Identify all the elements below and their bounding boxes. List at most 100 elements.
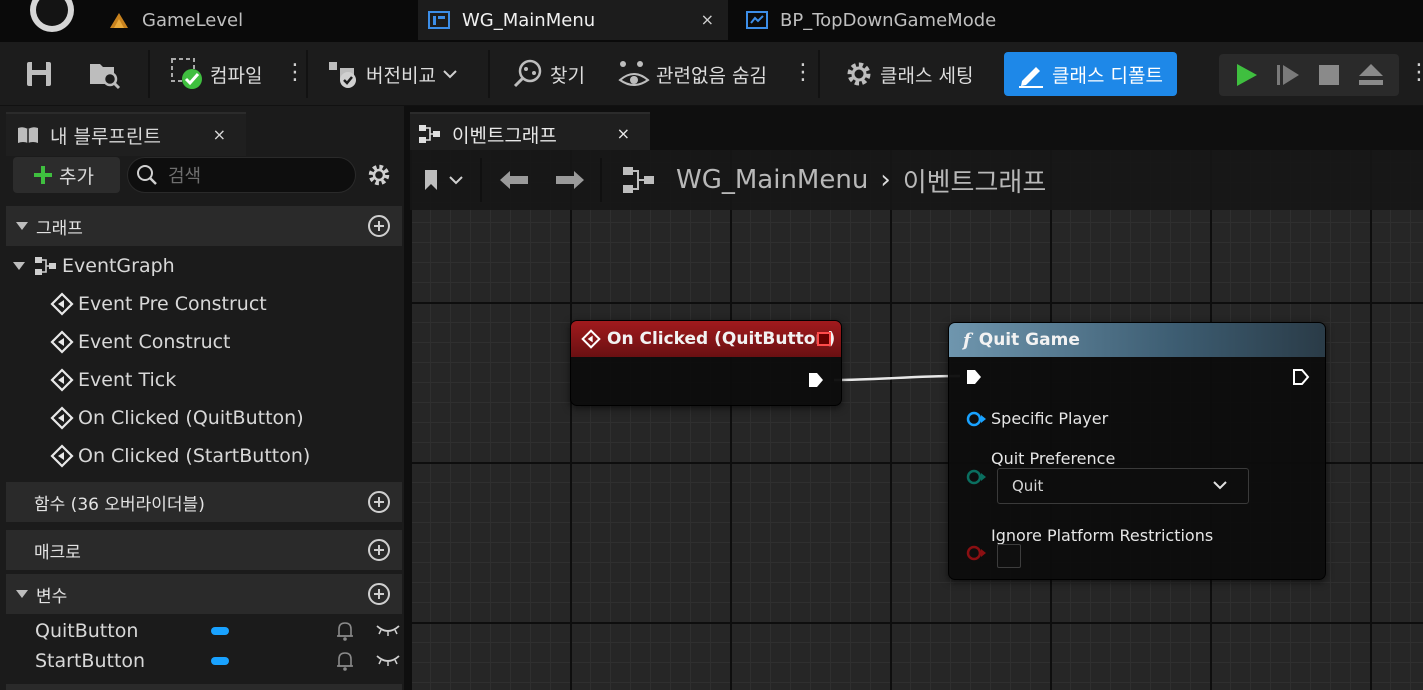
save-icon <box>27 62 51 86</box>
graph-editor: 이벤트그래프 × WG_MainMenu › 이벤트그래프 On Clicked… <box>410 106 1423 690</box>
quit-preference-dropdown[interactable]: Quit <box>997 468 1249 504</box>
eject-icon[interactable] <box>1357 62 1385 88</box>
function-node-title: Quit Game <box>978 330 1080 350</box>
settings-gear-icon[interactable] <box>366 162 392 188</box>
event-node-icon <box>50 330 74 354</box>
function-node-header: f Quit Game <box>949 323 1325 357</box>
add-function-icon[interactable] <box>368 491 390 513</box>
compile-button[interactable]: 컴파일 <box>170 52 262 96</box>
save-button[interactable] <box>24 52 54 96</box>
event-node-icon <box>50 292 74 316</box>
caret-down-icon <box>13 262 25 270</box>
tab-label: WG_MainMenu <box>462 9 596 31</box>
functions-section-header[interactable]: 함수 (36 오버라이더블) <box>6 482 402 522</box>
variable-item[interactable]: StartButton <box>35 646 400 676</box>
diff-icon <box>329 62 356 88</box>
bell-icon[interactable] <box>335 620 355 642</box>
event-node-icon <box>50 368 74 392</box>
gear-icon <box>847 62 871 86</box>
plus-icon <box>34 166 52 184</box>
pencil-icon <box>1019 67 1043 88</box>
my-blueprint-tab[interactable]: 내 블루프린트 × <box>6 112 246 156</box>
tree-item-event[interactable]: Event Tick <box>50 362 176 398</box>
add-button[interactable]: 추가 <box>13 157 120 193</box>
event-node-icon <box>50 444 74 468</box>
exec-out-pin-icon[interactable] <box>1292 368 1310 386</box>
add-macro-icon[interactable] <box>368 539 390 561</box>
tab-bp-topdowngamemode[interactable]: BP_TopDownGameMode <box>746 0 1066 40</box>
my-blueprint-panel: 내 블루프린트 × 추가 검색 그래프 EventGraph Event Pre… <box>0 106 404 690</box>
tab-label: GameLevel <box>142 9 244 31</box>
play-icon[interactable] <box>1233 62 1259 88</box>
editor-tab-bar: GameLevel WG_MainMenu × BP_TopDownGameMo… <box>0 0 1423 42</box>
pin-label-quit-preference: Quit Preference <box>991 449 1116 468</box>
bell-icon[interactable] <box>335 650 355 672</box>
search-placeholder: 검색 <box>168 166 202 187</box>
tree-item-event[interactable]: On Clicked (QuitButton) <box>50 400 304 436</box>
play-controls <box>1219 54 1399 96</box>
add-variable-icon[interactable] <box>368 583 390 605</box>
byte-pin-icon[interactable] <box>965 469 987 485</box>
search-input[interactable]: 검색 <box>127 157 356 193</box>
widget-blueprint-icon <box>428 11 450 29</box>
tab-wg-mainmenu[interactable]: WG_MainMenu × <box>418 0 728 40</box>
tree-item-event[interactable]: On Clicked (StartButton) <box>50 438 310 474</box>
function-node-quit-game[interactable]: f Quit Game Specific Player Quit Prefere… <box>948 322 1326 580</box>
exec-out-pin-icon[interactable] <box>807 371 825 389</box>
hide-unrelated-button[interactable]: 관련없음 숨김 <box>618 52 767 96</box>
pin-label-ignore-platform: Ignore Platform Restrictions <box>991 526 1214 545</box>
tree-item-event[interactable]: Event Construct <box>50 324 231 360</box>
tab-label: BP_TopDownGameMode <box>780 9 997 31</box>
close-icon[interactable]: × <box>213 125 226 144</box>
search-icon <box>137 165 157 185</box>
hide-unrelated-icon <box>618 61 650 86</box>
unreal-logo-icon[interactable] <box>30 0 74 32</box>
object-type-pill-icon <box>211 657 229 665</box>
main-toolbar: 컴파일 ⋮ 버전비교 찾기 관련없음 숨김 ⋮ 클래스 세팅 클래스 디폴트 ⋮ <box>0 42 1423 106</box>
tab-close-icon[interactable]: × <box>701 10 714 29</box>
more-options-icon[interactable]: ⋮ <box>792 62 814 84</box>
caret-down-icon <box>16 590 28 598</box>
tree-item-eventgraph[interactable]: EventGraph <box>12 248 175 284</box>
eye-closed-icon[interactable] <box>375 622 401 638</box>
panel-title: 내 블루프린트 <box>50 125 161 148</box>
browse-folder-icon <box>90 64 121 90</box>
event-node-title: On Clicked (QuitButton) <box>607 329 836 349</box>
variable-item[interactable]: QuitButton <box>35 616 400 646</box>
graphs-section-header[interactable]: 그래프 <box>6 206 402 246</box>
level-icon <box>110 13 128 28</box>
bool-pin-icon[interactable] <box>965 545 987 561</box>
compile-status-icon <box>171 58 202 89</box>
add-graph-icon[interactable] <box>368 215 390 237</box>
diff-button[interactable]: 버전비교 <box>328 52 458 96</box>
object-pin-icon[interactable] <box>965 411 987 427</box>
class-settings-button[interactable]: 클래스 세팅 <box>844 52 973 96</box>
graph-icon <box>35 257 56 275</box>
pin-label-specific-player: Specific Player <box>991 409 1109 428</box>
compile-options-icon[interactable]: ⋮ <box>284 62 306 84</box>
play-options-icon[interactable]: ⋮ <box>1408 62 1423 84</box>
function-icon: f <box>963 329 971 351</box>
section-divider <box>6 684 402 690</box>
event-node-icon <box>581 329 601 349</box>
caret-down-icon <box>16 222 28 230</box>
tree-item-event[interactable]: Event Pre Construct <box>50 286 267 322</box>
object-type-pill-icon <box>211 627 229 635</box>
step-icon[interactable] <box>1275 62 1301 88</box>
ignore-platform-checkbox[interactable] <box>997 544 1021 568</box>
chevron-down-icon <box>1213 481 1227 490</box>
exec-in-pin-icon[interactable] <box>965 368 983 386</box>
browse-button[interactable] <box>88 52 122 96</box>
chevron-down-icon <box>443 70 457 79</box>
event-node-icon <box>50 406 74 430</box>
class-defaults-button[interactable]: 클래스 디폴트 <box>1004 52 1177 96</box>
variables-section-header[interactable]: 변수 <box>6 574 402 614</box>
stop-icon[interactable] <box>1317 63 1341 87</box>
event-node-on-clicked[interactable]: On Clicked (QuitButton) <box>570 320 842 406</box>
eye-closed-icon[interactable] <box>375 652 401 668</box>
find-button[interactable]: 찾기 <box>512 52 585 96</box>
find-icon <box>513 59 542 88</box>
output-delegate-pin-icon[interactable] <box>817 332 831 346</box>
tab-gamelevel[interactable]: GameLevel <box>108 0 408 40</box>
macros-section-header[interactable]: 매크로 <box>6 530 402 570</box>
